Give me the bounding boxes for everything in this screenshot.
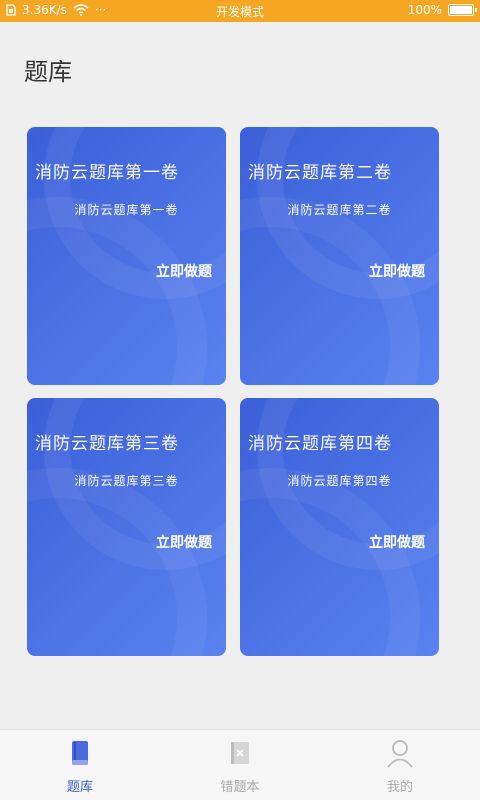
card-title: 消防云题库第三卷 <box>35 434 179 454</box>
card-title: 消防云题库第一卷 <box>35 163 179 183</box>
nav-label: 错题本 <box>220 780 260 795</box>
nav-item-question-bank[interactable]: 题库 <box>30 738 130 795</box>
book-icon <box>72 741 88 765</box>
card-title: 消防云题库第二卷 <box>248 163 392 183</box>
bottom-nav: 题库 错题本 我的 <box>0 729 480 800</box>
user-icon <box>387 740 413 768</box>
start-quiz-button[interactable]: 立即做题 <box>369 261 425 281</box>
nav-label: 题库 <box>66 780 93 795</box>
start-quiz-button[interactable]: 立即做题 <box>369 532 425 552</box>
card-title: 消防云题库第四卷 <box>248 434 392 454</box>
exam-card-2[interactable]: 消防云题库第二卷 消防云题库第二卷 立即做题 <box>240 127 439 385</box>
battery-percent: 100% <box>407 3 442 17</box>
page-title: 题库 <box>24 58 72 86</box>
start-quiz-button[interactable]: 立即做题 <box>156 532 212 552</box>
battery-icon <box>448 4 477 16</box>
nav-item-mine[interactable]: 我的 <box>350 738 450 795</box>
card-subtitle: 消防云题库第一卷 <box>74 203 179 217</box>
exam-card-3[interactable]: 消防云题库第三卷 消防云题库第三卷 立即做题 <box>27 398 226 656</box>
start-quiz-button[interactable]: 立即做题 <box>156 261 212 281</box>
nav-item-wrong-notebook[interactable]: 错题本 <box>190 738 290 795</box>
wrong-notebook-icon <box>231 742 249 764</box>
exam-card-1[interactable]: 消防云题库第一卷 消防云题库第一卷 立即做题 <box>27 127 226 385</box>
card-subtitle: 消防云题库第四卷 <box>287 474 392 488</box>
card-subtitle: 消防云题库第三卷 <box>74 474 179 488</box>
exam-card-4[interactable]: 消防云题库第四卷 消防云题库第四卷 立即做题 <box>240 398 439 656</box>
card-subtitle: 消防云题库第二卷 <box>287 203 392 217</box>
nav-label: 我的 <box>386 780 413 795</box>
status-bar: 3.36K/s ··· 开发模式 100% <box>0 0 480 22</box>
